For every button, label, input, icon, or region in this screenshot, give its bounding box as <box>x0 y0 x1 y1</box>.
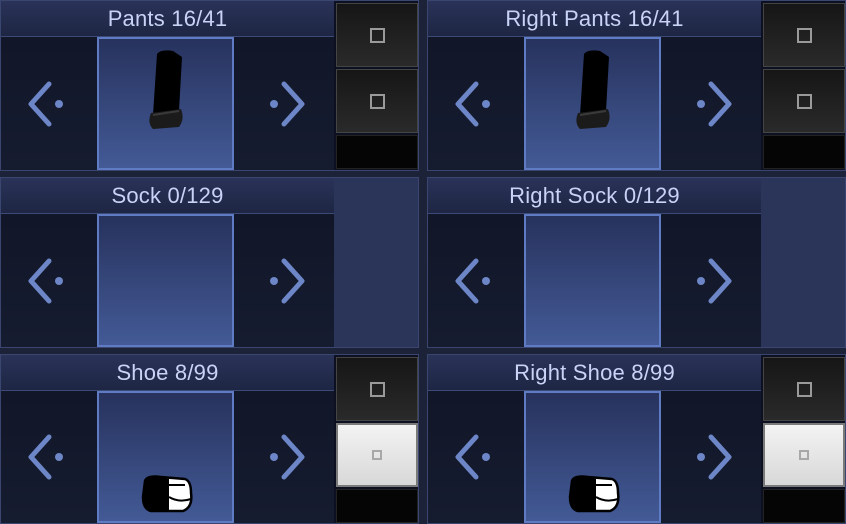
color-swatch-button[interactable] <box>763 3 845 67</box>
item-preview[interactable] <box>97 37 234 170</box>
arrow-left-icon <box>455 258 490 303</box>
color-swatch-button[interactable] <box>336 489 418 523</box>
arrow-right-icon <box>270 258 305 303</box>
color-swatch-button[interactable] <box>763 489 845 523</box>
prev-button[interactable] <box>1 214 97 347</box>
shoe-icon <box>568 475 620 513</box>
square-icon <box>796 27 812 43</box>
next-button[interactable] <box>234 391 334 523</box>
square-icon <box>796 93 812 109</box>
panel-title: Pants 16/41 <box>1 1 334 37</box>
square-icon <box>369 27 385 43</box>
prev-button[interactable] <box>428 214 524 347</box>
arrow-left-icon <box>455 81 490 126</box>
pants-icon <box>576 50 610 129</box>
color-options-empty <box>334 178 418 347</box>
item-preview[interactable] <box>524 214 661 347</box>
square-icon <box>369 381 385 397</box>
prev-button[interactable] <box>428 37 524 170</box>
right-pants-panel: Right Pants 16/41 <box>427 0 846 171</box>
arrow-right-icon <box>697 81 732 126</box>
panel-title: Right Pants 16/41 <box>428 1 761 37</box>
color-swatch-button[interactable] <box>336 3 418 67</box>
color-swatch-button[interactable] <box>336 135 418 169</box>
color-options <box>761 1 845 170</box>
arrow-right-icon <box>270 434 305 480</box>
panel-title: Sock 0/129 <box>1 178 334 214</box>
customization-grid: Pants 16/41 Right Pants 16/41 Sock 0/129… <box>0 0 846 524</box>
color-options-empty <box>761 178 845 347</box>
arrow-right-icon <box>697 258 732 303</box>
shoe-panel: Shoe 8/99 <box>0 354 419 524</box>
item-preview[interactable] <box>97 214 234 347</box>
square-icon <box>796 381 812 397</box>
next-button[interactable] <box>661 214 761 347</box>
next-button[interactable] <box>661 391 761 523</box>
color-swatch-button[interactable] <box>763 423 845 487</box>
panel-title: Right Shoe 8/99 <box>428 355 761 391</box>
pants-panel: Pants 16/41 <box>0 0 419 171</box>
arrow-left-icon <box>28 81 63 126</box>
right-sock-panel: Right Sock 0/129 <box>427 177 846 348</box>
arrow-right-icon <box>697 434 732 480</box>
sock-panel: Sock 0/129 <box>0 177 419 348</box>
panel-title: Shoe 8/99 <box>1 355 334 391</box>
square-icon <box>369 93 385 109</box>
item-preview[interactable] <box>524 37 661 170</box>
color-swatch-button[interactable] <box>336 69 418 133</box>
color-swatch-button[interactable] <box>763 69 845 133</box>
color-options <box>761 355 845 523</box>
color-swatch-button[interactable] <box>763 357 845 421</box>
color-options <box>334 355 418 523</box>
square-icon <box>799 450 809 460</box>
right-shoe-panel: Right Shoe 8/99 <box>427 354 846 524</box>
prev-button[interactable] <box>1 391 97 523</box>
shoe-icon <box>141 475 193 513</box>
color-options <box>334 1 418 170</box>
square-icon <box>372 450 382 460</box>
item-preview[interactable] <box>524 391 661 523</box>
arrow-left-icon <box>28 258 63 303</box>
prev-button[interactable] <box>428 391 524 523</box>
color-swatch-button[interactable] <box>336 423 418 487</box>
item-preview[interactable] <box>97 391 234 523</box>
prev-button[interactable] <box>1 37 97 170</box>
pants-icon <box>149 50 183 129</box>
color-swatch-button[interactable] <box>763 135 845 169</box>
arrow-left-icon <box>28 434 63 480</box>
next-button[interactable] <box>234 214 334 347</box>
next-button[interactable] <box>661 37 761 170</box>
color-swatch-button[interactable] <box>336 357 418 421</box>
next-button[interactable] <box>234 37 334 170</box>
arrow-left-icon <box>455 434 490 480</box>
panel-title: Right Sock 0/129 <box>428 178 761 214</box>
arrow-right-icon <box>270 81 305 126</box>
